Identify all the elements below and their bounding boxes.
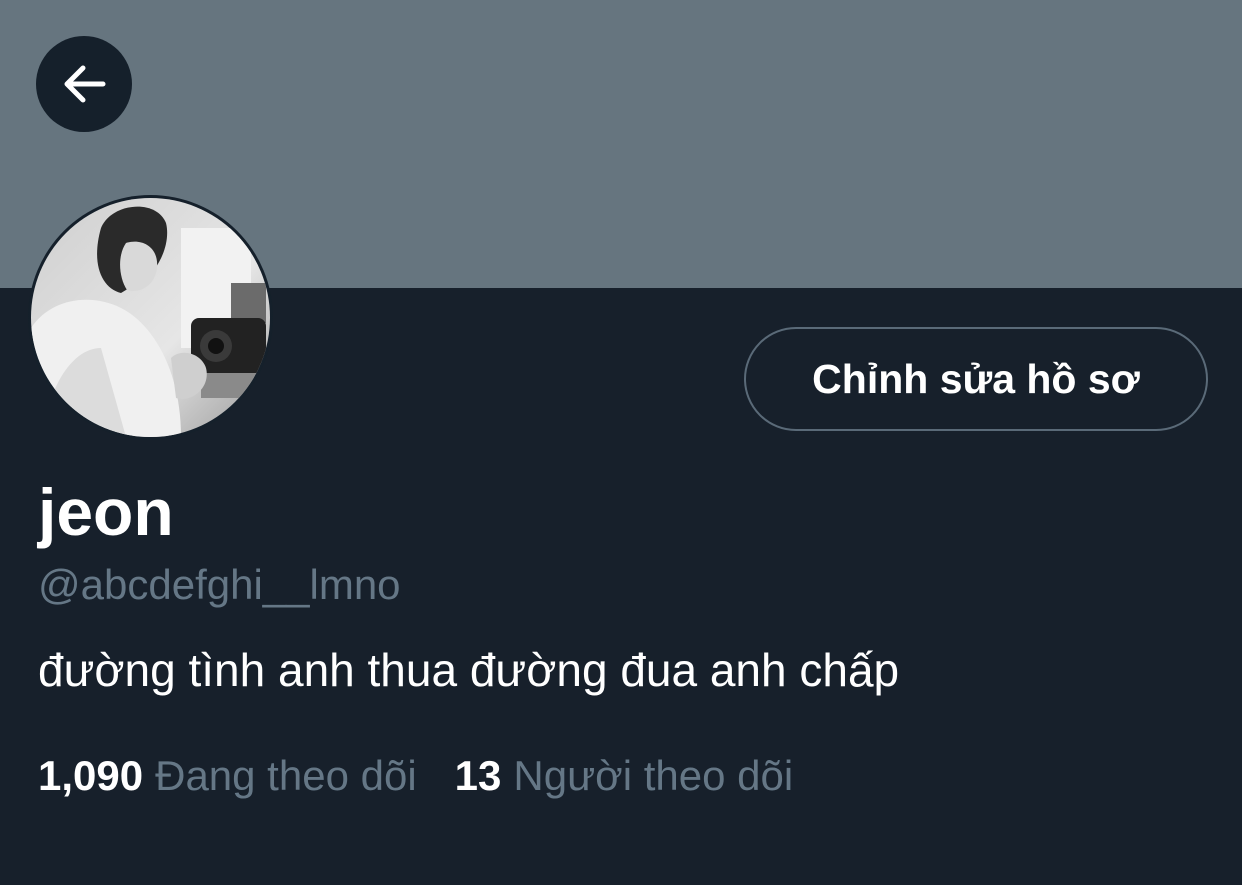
following-label: Đang theo dõi (155, 752, 417, 799)
followers-label: Người theo dõi (513, 752, 794, 799)
following-count: 1,090 (38, 752, 144, 799)
username-handle: @abcdefghi__lmno (38, 561, 401, 608)
followers-count: 13 (454, 752, 502, 799)
avatar-photo (31, 198, 270, 437)
back-button[interactable] (36, 36, 132, 132)
arrow-left-icon (64, 65, 106, 103)
profile-bio: đường tình anh thua đường đua anh chấp (38, 644, 900, 696)
follow-stats: 1,090 Đang theo dõi 13 Người theo dõi (38, 750, 793, 802)
display-name: jeon (38, 475, 174, 549)
followers-link[interactable]: 13 Người theo dõi (455, 750, 794, 802)
avatar[interactable] (28, 195, 273, 440)
following-link[interactable]: 1,090 Đang theo dõi (38, 750, 417, 802)
edit-profile-button[interactable]: Chỉnh sửa hồ sơ (744, 327, 1208, 431)
